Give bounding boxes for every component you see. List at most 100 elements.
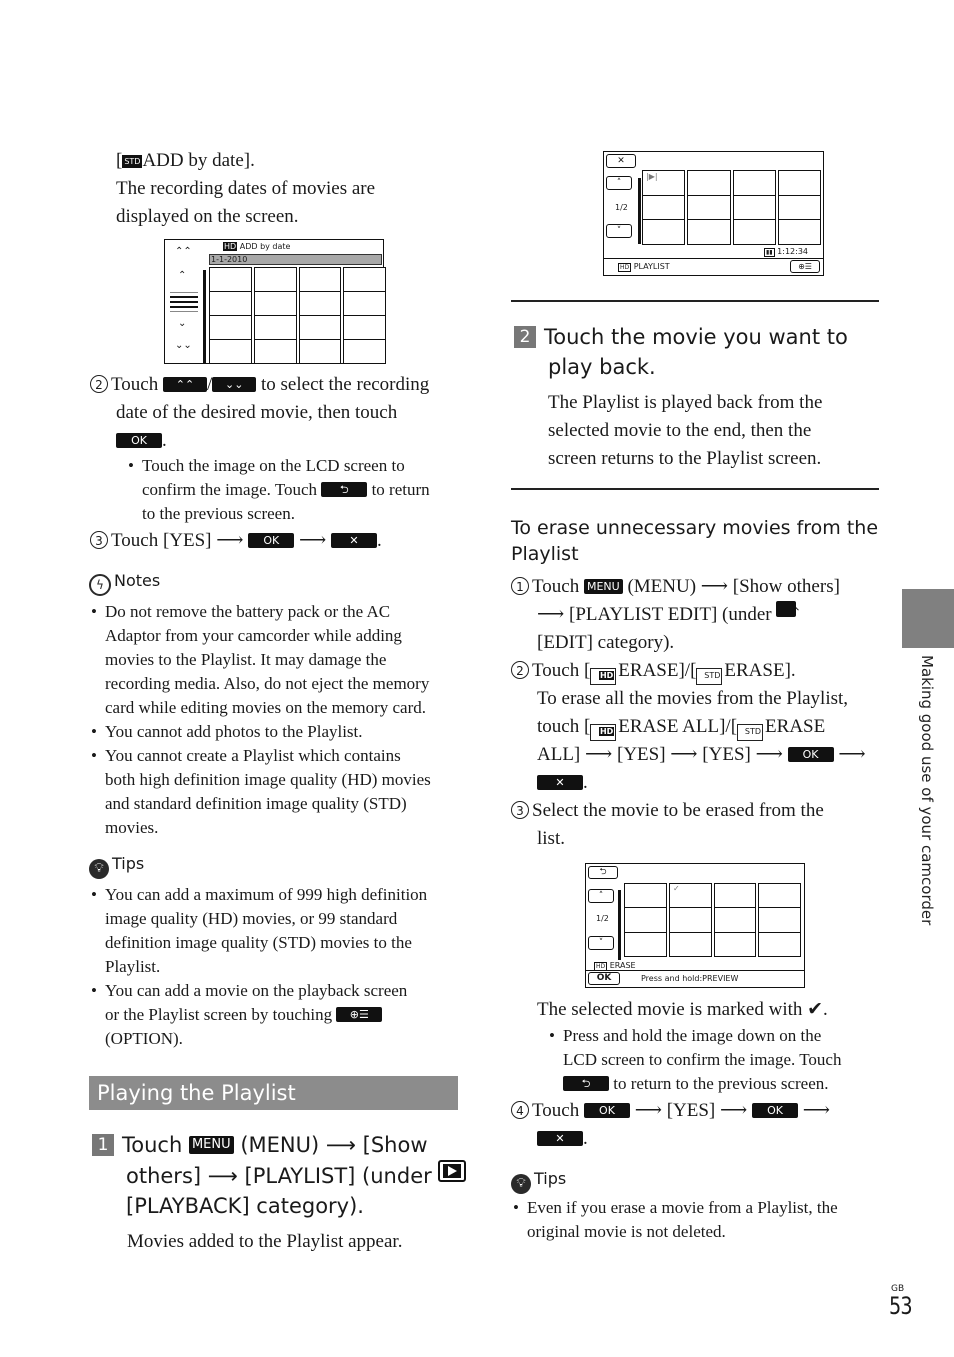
list-view-icon[interactable] (170, 292, 198, 312)
thumbnail-grid (624, 883, 801, 957)
section-title-bar: Playing the Playlist (89, 1076, 458, 1110)
date-bar[interactable]: 1-1-2010 (209, 254, 382, 265)
movie-thumbnail[interactable] (209, 339, 252, 364)
movie-thumbnail[interactable] (624, 907, 667, 933)
movie-thumbnail[interactable] (343, 291, 386, 316)
step-3-confirm: 3 Touch [YES] ⟶ OK ⟶ ✕. (90, 527, 470, 555)
return-button[interactable]: ⮌ (563, 1076, 609, 1091)
page-up-button[interactable]: ˄ (606, 176, 632, 190)
chapter-tab (902, 589, 954, 648)
down-icon[interactable]: ⌄ (178, 318, 186, 329)
movie-thumbnail[interactable] (732, 194, 776, 221)
movie-thumbnail[interactable] (687, 170, 731, 196)
double-up-button[interactable]: ⌃⌃ (162, 377, 207, 392)
std-playlist-icon: STD (696, 668, 723, 685)
movie-thumbnail[interactable] (732, 170, 776, 196)
movie-thumbnail[interactable] (624, 883, 667, 909)
period: . (162, 430, 167, 451)
page-indicator: 1/2 (615, 203, 628, 212)
tip-line: Even if you erase a movie from a Playlis… (527, 1198, 838, 1217)
thumbnail-grid (642, 170, 821, 245)
movie-thumbnail[interactable] (624, 931, 667, 957)
up-icon[interactable]: ⌃ (178, 270, 186, 281)
step-1-body: Movies added to the Playlist appear. (127, 1231, 403, 1252)
step-text-2: date of the desired movie, then touch (116, 402, 398, 423)
movie-thumbnail[interactable] (777, 219, 821, 245)
movie-thumbnail[interactable] (209, 291, 252, 316)
movie-thumbnail[interactable] (298, 339, 342, 364)
tip-line: image quality (HD) movies, or 99 standar… (105, 909, 398, 928)
back-button[interactable]: ⮌ (588, 866, 618, 879)
movie-thumbnail[interactable] (687, 219, 731, 245)
page-indicator: 1/2 (596, 914, 609, 923)
tips-heading: 💡︎ Tips (511, 1169, 881, 1194)
movie-thumbnail[interactable] (209, 315, 252, 340)
ok-button[interactable]: OK (583, 1103, 630, 1118)
divider (586, 970, 804, 971)
movie-thumbnail[interactable] (343, 339, 386, 364)
movie-thumbnail[interactable] (253, 315, 297, 340)
option-button[interactable]: ⊕☰ (790, 260, 820, 273)
menu-button[interactable]: MENU (583, 579, 623, 594)
erase-steps: 1 Touch MENU (MENU) ⟶ [Show others] ⟶ [PL… (511, 573, 886, 853)
double-up-icon[interactable]: ⌃⌃ (175, 246, 192, 257)
step-text: ALL] ⟶ [YES] ⟶ [YES] ⟶ (537, 744, 783, 765)
scrollbar[interactable] (203, 270, 206, 364)
movie-thumbnail[interactable] (642, 194, 686, 221)
movie-thumbnail[interactable] (209, 267, 252, 292)
movie-thumbnail[interactable] (758, 907, 801, 933)
close-button[interactable]: ✕ (537, 775, 583, 790)
scrollbar[interactable] (638, 178, 641, 244)
option-button[interactable]: ⊕☰ (336, 1007, 383, 1022)
movie-thumbnail[interactable] (777, 170, 821, 196)
movie-thumbnail[interactable] (758, 931, 801, 957)
movie-thumbnail[interactable] (758, 883, 801, 909)
movie-thumbnail[interactable] (713, 883, 757, 909)
movie-thumbnail[interactable] (253, 267, 297, 292)
double-down-icon[interactable]: ⌄⌄ (175, 340, 192, 351)
movie-thumbnail[interactable] (668, 907, 712, 933)
movie-thumbnail[interactable] (777, 194, 821, 221)
touch-text: Touch (532, 576, 580, 597)
movie-thumbnail[interactable] (668, 931, 712, 957)
movie-thumbnail[interactable] (298, 267, 342, 292)
menu-button[interactable]: MENU (188, 1136, 234, 1154)
movie-thumbnail[interactable] (298, 291, 342, 316)
step-number: 3 (90, 531, 108, 549)
movie-thumbnail[interactable] (343, 267, 386, 292)
page-up-button[interactable]: ˄ (588, 889, 614, 903)
movie-thumbnail[interactable] (253, 339, 297, 364)
movie-thumbnail[interactable] (713, 931, 757, 957)
note-item: You cannot create a Playlist which conta… (89, 744, 464, 840)
return-button[interactable]: ⮌ (321, 482, 368, 497)
page-down-button[interactable]: ˅ (606, 224, 632, 238)
ok-button[interactable]: OK (752, 1103, 798, 1118)
screen-title-text: ADD by date (239, 242, 291, 251)
period: . (377, 530, 382, 551)
step-2-select-date: 2 Touch ⌃⌃ / ⌄⌄ to select the recording dat… (90, 371, 470, 455)
movie-thumbnail[interactable] (713, 907, 757, 933)
step-1-open-playlist: 1 Touch MENU (MENU) ⟶ [Show others] ⟶ [PL… (92, 1130, 467, 1221)
note-line: movies to the Playlist. It may damage th… (105, 650, 387, 669)
ok-button[interactable]: OK (588, 972, 620, 985)
ok-button[interactable]: OK (116, 433, 162, 448)
double-down-button[interactable]: ⌄⌄ (212, 377, 257, 392)
step-number: 1 (511, 577, 529, 595)
movie-thumbnail[interactable] (343, 315, 386, 340)
close-button[interactable]: ✕ (606, 154, 636, 168)
ok-button[interactable]: OK (787, 747, 834, 762)
movie-thumbnail[interactable] (642, 219, 686, 245)
erase-heading: To erase unnecessary movies from the Pla… (511, 515, 881, 567)
movie-thumbnail[interactable] (732, 219, 776, 245)
movie-thumbnail[interactable] (298, 315, 342, 340)
movie-thumbnail[interactable] (253, 291, 297, 316)
movie-thumbnail[interactable] (687, 194, 731, 221)
ok-button[interactable]: OK (248, 533, 295, 548)
bullet-line: Press and hold the image down on the (563, 1026, 822, 1045)
page-down-button[interactable]: ˅ (588, 936, 614, 950)
close-button[interactable]: ✕ (331, 533, 378, 548)
scrollbar[interactable] (618, 890, 621, 960)
close-button[interactable]: ✕ (537, 1131, 583, 1146)
hd-movie-icon: HD (223, 242, 238, 251)
std-tag: STD (704, 671, 721, 680)
